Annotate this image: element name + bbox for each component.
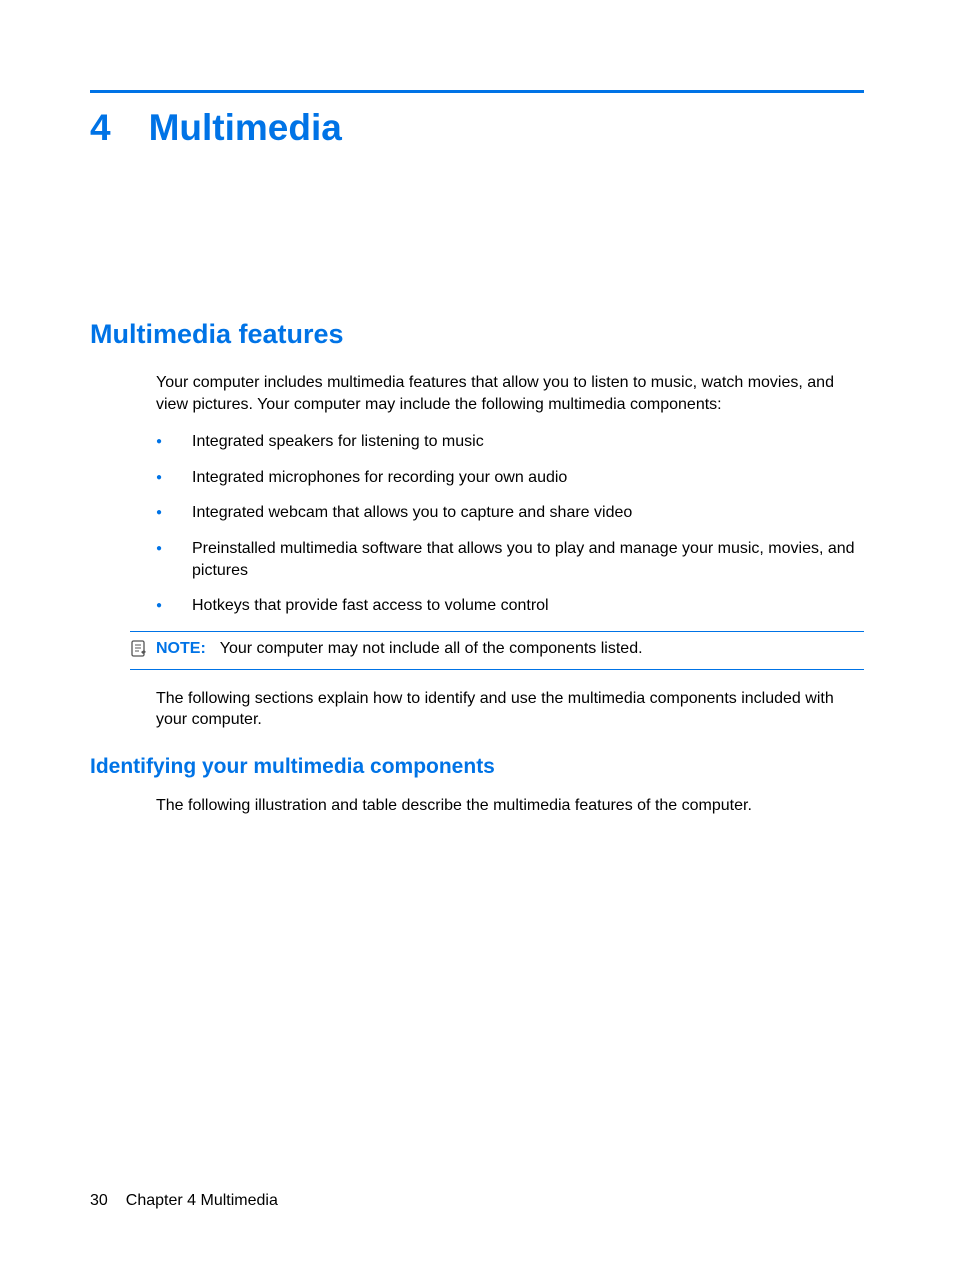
section-intro-text: Your computer includes multimedia featur… [156,372,864,415]
subsection-heading-identifying: Identifying your multimedia components [90,755,864,779]
section-heading-multimedia-features: Multimedia features [90,319,864,350]
page-footer: 30 Chapter 4 Multimedia [90,1192,278,1210]
footer-label: Chapter 4 Multimedia [126,1192,278,1209]
note-text-body: Your computer may not include all of the… [220,640,643,657]
chapter-title: Multimedia [149,107,342,148]
chapter-heading: 4 Multimedia [90,107,864,149]
list-item: Preinstalled multimedia software that al… [156,538,864,581]
subsection-text: The following illustration and table des… [156,795,864,817]
chapter-number: 4 [90,107,111,149]
note-callout: NOTE: Your computer may not include all o… [130,631,864,670]
feature-bullet-list: Integrated speakers for listening to mus… [156,431,864,617]
list-item: Integrated speakers for listening to mus… [156,431,864,453]
note-label: NOTE: [156,640,206,657]
chapter-top-rule [90,90,864,93]
page-number: 30 [90,1192,108,1209]
note-icon [130,640,148,663]
note-content: NOTE: Your computer may not include all o… [156,638,643,660]
list-item: Hotkeys that provide fast access to volu… [156,595,864,617]
list-item: Integrated microphones for recording you… [156,467,864,489]
list-item: Integrated webcam that allows you to cap… [156,502,864,524]
section-followup-text: The following sections explain how to id… [156,688,864,731]
